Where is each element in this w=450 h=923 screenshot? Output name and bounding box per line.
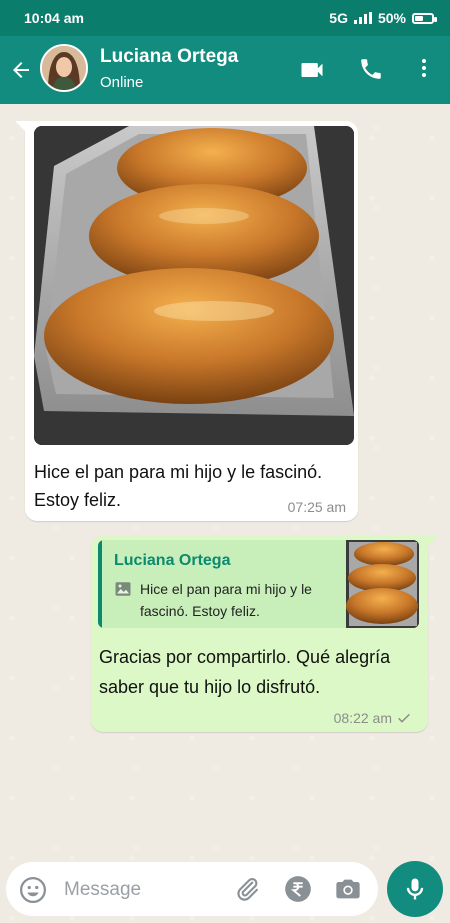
status-time: 10:04 am [24, 10, 84, 26]
quote-author: Luciana Ortega [114, 552, 231, 569]
outgoing-message-time: 08:22 am [333, 710, 392, 726]
signal-icon [353, 12, 372, 24]
mic-button[interactable] [387, 861, 443, 917]
quote-text: Hice el pan para mi hijo y le fascinó. E… [140, 581, 312, 619]
quote-accent-bar [98, 540, 102, 628]
message-composer [6, 862, 378, 916]
quoted-reply[interactable]: Luciana Ortega Hice el pan para mi hijo … [98, 540, 419, 628]
incoming-message-time: 07:25 am [287, 499, 346, 515]
contact-status: Online [100, 74, 144, 91]
more-vert-icon[interactable] [412, 56, 436, 80]
bread-photo[interactable] [34, 126, 354, 445]
status-bar: 10:04 am 5G 50% [0, 0, 450, 36]
check-icon [398, 713, 410, 723]
avatar[interactable] [40, 44, 88, 92]
status-right: 5G 50% [329, 10, 437, 26]
chat-header: Luciana Ortega Online [0, 36, 450, 104]
battery-fill [415, 15, 423, 21]
network-label: 5G [329, 10, 348, 26]
outgoing-message[interactable]: Luciana Ortega Hice el pan para mi hijo … [91, 536, 438, 732]
quote-thumbnail [346, 540, 419, 628]
image-icon [115, 582, 131, 596]
attach-icon[interactable] [233, 875, 261, 903]
contact-name[interactable]: Luciana Ortega [100, 46, 238, 68]
outgoing-message-text: Gracias por compartirlo. Qué alegría sab… [99, 647, 391, 697]
emoji-icon[interactable] [18, 875, 48, 905]
phone-icon[interactable] [358, 56, 384, 82]
battery-icon [412, 12, 437, 24]
video-call-icon[interactable] [298, 56, 326, 84]
camera-icon[interactable] [334, 875, 362, 903]
battery-label: 50% [377, 10, 406, 26]
rupee-icon[interactable] [284, 875, 312, 903]
message-input[interactable] [62, 876, 226, 904]
back-arrow-icon[interactable] [9, 58, 33, 82]
incoming-message[interactable]: Hice el pan para mi hijo y le fascinó. E… [15, 121, 358, 521]
mic-icon [406, 878, 424, 900]
